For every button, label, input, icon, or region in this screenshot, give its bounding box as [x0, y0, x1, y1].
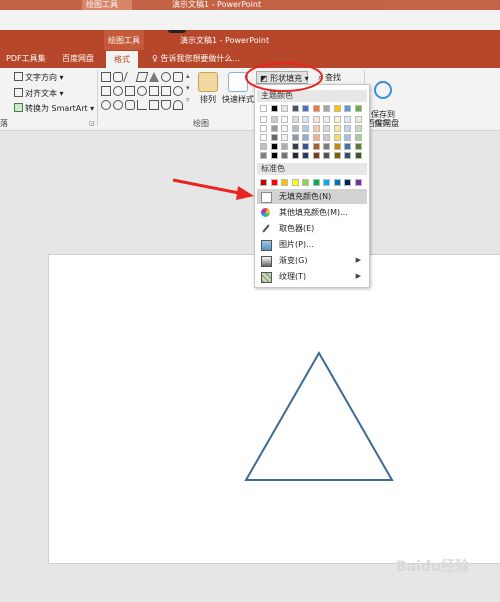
theme-color-swatch[interactable]	[323, 134, 330, 141]
theme-color-swatch[interactable]	[312, 125, 320, 132]
theme-color-swatch[interactable]	[323, 125, 330, 132]
theme-color-swatch[interactable]	[291, 125, 299, 132]
theme-color-swatch[interactable]	[312, 152, 320, 159]
theme-color-swatch[interactable]	[354, 105, 362, 112]
no-fill-item[interactable]: 无填充颜色(N)	[257, 189, 367, 204]
standard-color-swatch[interactable]	[260, 179, 267, 186]
theme-color-swatch[interactable]	[270, 105, 278, 112]
baidu-watermark: Baidu经验	[396, 559, 469, 575]
more-fill-colors-item[interactable]: 其他填充颜色(M)...	[257, 205, 367, 220]
submenu-arrow-icon: ▶	[355, 256, 361, 264]
theme-color-swatch[interactable]	[302, 134, 309, 141]
standard-color-swatch[interactable]	[323, 179, 330, 186]
triangle-shape[interactable]	[244, 350, 394, 481]
theme-color-swatch[interactable]	[281, 152, 288, 159]
theme-color-swatch[interactable]	[333, 105, 341, 112]
theme-color-swatch[interactable]	[270, 125, 278, 132]
no-fill-label: 无填充颜色(N)	[279, 192, 332, 201]
theme-color-swatch[interactable]	[344, 143, 351, 150]
standard-color-swatch[interactable]	[302, 179, 309, 186]
eyedropper-item[interactable]: 取色器(E)	[257, 221, 367, 236]
theme-color-swatch[interactable]	[302, 152, 309, 159]
theme-color-swatch[interactable]	[270, 143, 278, 150]
theme-color-swatch[interactable]	[333, 116, 341, 123]
standard-color-swatch[interactable]	[281, 179, 288, 186]
theme-color-swatch[interactable]	[333, 143, 341, 150]
theme-color-swatch[interactable]	[270, 116, 278, 123]
submenu-arrow-icon: ▶	[355, 272, 361, 280]
theme-color-swatch[interactable]	[333, 134, 341, 141]
theme-color-swatch[interactable]	[281, 134, 288, 141]
theme-color-swatch[interactable]	[333, 152, 341, 159]
theme-color-swatch[interactable]	[312, 105, 320, 112]
theme-color-swatch[interactable]	[312, 134, 320, 141]
standard-color-swatch[interactable]	[354, 179, 362, 186]
standard-color-swatch[interactable]	[270, 179, 278, 186]
more-fill-colors-label: 其他填充颜色(M)...	[279, 208, 348, 217]
color-wheel-icon	[261, 208, 270, 217]
standard-color-swatch[interactable]	[291, 179, 299, 186]
theme-color-swatch[interactable]	[291, 143, 299, 150]
theme-color-swatch[interactable]	[260, 125, 267, 132]
theme-color-swatch[interactable]	[344, 134, 351, 141]
theme-color-swatch[interactable]	[281, 105, 288, 112]
texture-icon	[261, 272, 272, 283]
texture-fill-item[interactable]: 纹理(T) ▶	[257, 269, 367, 284]
theme-color-swatch[interactable]	[281, 143, 288, 150]
picture-icon	[261, 240, 272, 251]
standard-color-swatch[interactable]	[333, 179, 341, 186]
theme-color-swatch[interactable]	[323, 105, 330, 112]
theme-color-swatch[interactable]	[312, 116, 320, 123]
theme-color-swatch[interactable]	[354, 143, 362, 150]
theme-color-swatch[interactable]	[260, 105, 267, 112]
theme-color-swatch[interactable]	[302, 116, 309, 123]
theme-color-swatch[interactable]	[302, 125, 309, 132]
no-fill-icon	[261, 192, 272, 203]
theme-color-swatch[interactable]	[344, 105, 351, 112]
theme-color-swatch[interactable]	[281, 116, 288, 123]
theme-color-swatch[interactable]	[260, 134, 267, 141]
texture-fill-label: 纹理(T)	[279, 272, 307, 281]
theme-color-swatch[interactable]	[323, 152, 330, 159]
picture-fill-item[interactable]: 图片(P)...	[257, 237, 367, 252]
theme-color-swatch[interactable]	[344, 152, 351, 159]
theme-color-swatch[interactable]	[344, 125, 351, 132]
gradient-fill-label: 渐变(G)	[279, 256, 308, 265]
theme-color-swatch[interactable]	[260, 116, 267, 123]
theme-color-swatch[interactable]	[354, 152, 362, 159]
gradient-fill-item[interactable]: 渐变(G) ▶	[257, 253, 367, 268]
theme-color-swatch[interactable]	[291, 134, 299, 141]
theme-color-swatch[interactable]	[270, 152, 278, 159]
standard-color-swatch[interactable]	[312, 179, 320, 186]
gradient-icon	[261, 256, 272, 267]
eyedropper-icon	[262, 224, 270, 233]
theme-color-swatch[interactable]	[291, 116, 299, 123]
theme-color-swatch[interactable]	[291, 152, 299, 159]
theme-color-swatch[interactable]	[323, 116, 330, 123]
theme-color-swatch[interactable]	[302, 105, 309, 112]
theme-color-swatch[interactable]	[260, 152, 267, 159]
standard-color-swatch[interactable]	[344, 179, 351, 186]
standard-colors-header: 标准色	[257, 163, 367, 175]
eyedropper-label: 取色器(E)	[279, 224, 315, 233]
theme-color-swatch[interactable]	[354, 125, 362, 132]
theme-color-swatch[interactable]	[344, 116, 351, 123]
theme-color-swatch[interactable]	[270, 134, 278, 141]
theme-color-swatch[interactable]	[302, 143, 309, 150]
theme-color-swatch[interactable]	[354, 134, 362, 141]
theme-color-swatch[interactable]	[333, 125, 341, 132]
theme-color-swatch[interactable]	[354, 116, 362, 123]
theme-color-swatch[interactable]	[312, 143, 320, 150]
theme-colors-header: 主题颜色	[257, 90, 367, 102]
shape-fill-menu: 主题颜色 标准色 无填充颜色(N) 其他填充颜色(M)... 取色器(E) 图片…	[254, 84, 370, 288]
slide-overlay-svg	[244, 350, 394, 481]
theme-color-swatch[interactable]	[260, 143, 267, 150]
theme-color-swatch[interactable]	[291, 105, 299, 112]
theme-color-swatch[interactable]	[323, 143, 330, 150]
picture-fill-label: 图片(P)...	[279, 240, 314, 249]
theme-color-swatch[interactable]	[281, 125, 288, 132]
